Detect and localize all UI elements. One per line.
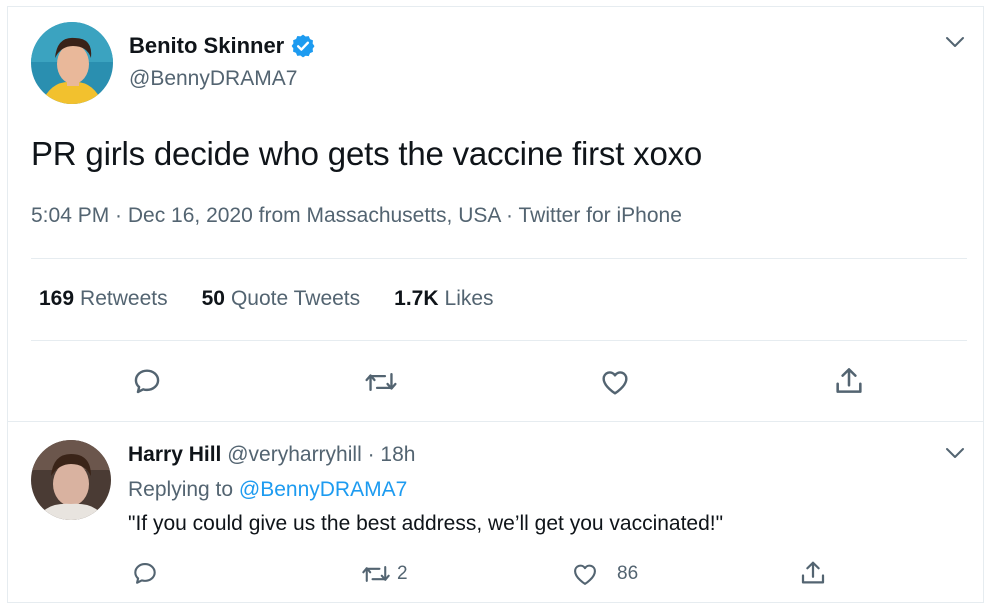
reply-icon[interactable]	[131, 560, 159, 593]
author-handle[interactable]: @BennyDRAMA7	[129, 67, 297, 91]
reply-header: Harry Hill @veryharryhill · 18h	[128, 443, 415, 467]
quote-tweets-stat[interactable]: 50 Quote Tweets	[202, 287, 361, 311]
quote-tweets-label: Quote Tweets	[230, 287, 361, 310]
tweet-meta[interactable]: 5:04 PM · Dec 16, 2020 from Massachusett…	[31, 204, 682, 228]
like-count: 86	[617, 563, 639, 584]
like-icon[interactable]	[570, 560, 600, 593]
divider	[31, 340, 967, 341]
retweets-label: Retweets	[80, 287, 168, 310]
reply-author-avatar[interactable]	[31, 440, 111, 520]
like-icon[interactable]	[598, 366, 632, 403]
author-name[interactable]: Benito Skinner	[129, 33, 284, 59]
likes-label: Likes	[444, 287, 494, 310]
reply-author-handle[interactable]: @veryharryhill	[227, 443, 362, 466]
share-icon[interactable]	[798, 558, 828, 593]
retweet-icon[interactable]	[361, 560, 391, 593]
tweet-text: PR girls decide who gets the vaccine fir…	[31, 135, 703, 172]
replying-to-label: Replying to	[128, 478, 234, 501]
header-separator: ·	[367, 443, 375, 466]
replying-to-mention[interactable]: @BennyDRAMA7	[239, 478, 407, 501]
likes-count: 1.7K	[394, 287, 439, 310]
chevron-down-icon[interactable]	[944, 35, 966, 49]
reply-text: "If you could give us the best address, …	[128, 512, 724, 535]
reply-icon[interactable]	[131, 366, 163, 403]
replying-to: Replying to @BennyDRAMA7	[128, 478, 407, 502]
author-name-row: Benito Skinner	[129, 33, 316, 59]
retweets-count: 169	[39, 287, 75, 310]
reply-timestamp[interactable]: 18h	[380, 443, 415, 466]
retweets-stat[interactable]: 169 Retweets	[39, 287, 168, 311]
share-icon[interactable]	[832, 364, 866, 403]
reply-separator	[7, 421, 984, 422]
verified-badge-icon	[290, 33, 316, 59]
chevron-down-icon[interactable]	[944, 446, 966, 460]
divider	[31, 258, 967, 259]
retweet-count: 2	[397, 563, 408, 584]
quote-tweets-count: 50	[201, 287, 225, 310]
likes-stat[interactable]: 1.7K Likes	[394, 287, 493, 311]
retweet-icon[interactable]	[364, 366, 398, 403]
tweet-stats: 169 Retweets 50 Quote Tweets 1.7K Likes	[39, 287, 494, 311]
reply-author-name[interactable]: Harry Hill	[128, 443, 221, 466]
author-avatar[interactable]	[31, 22, 113, 104]
